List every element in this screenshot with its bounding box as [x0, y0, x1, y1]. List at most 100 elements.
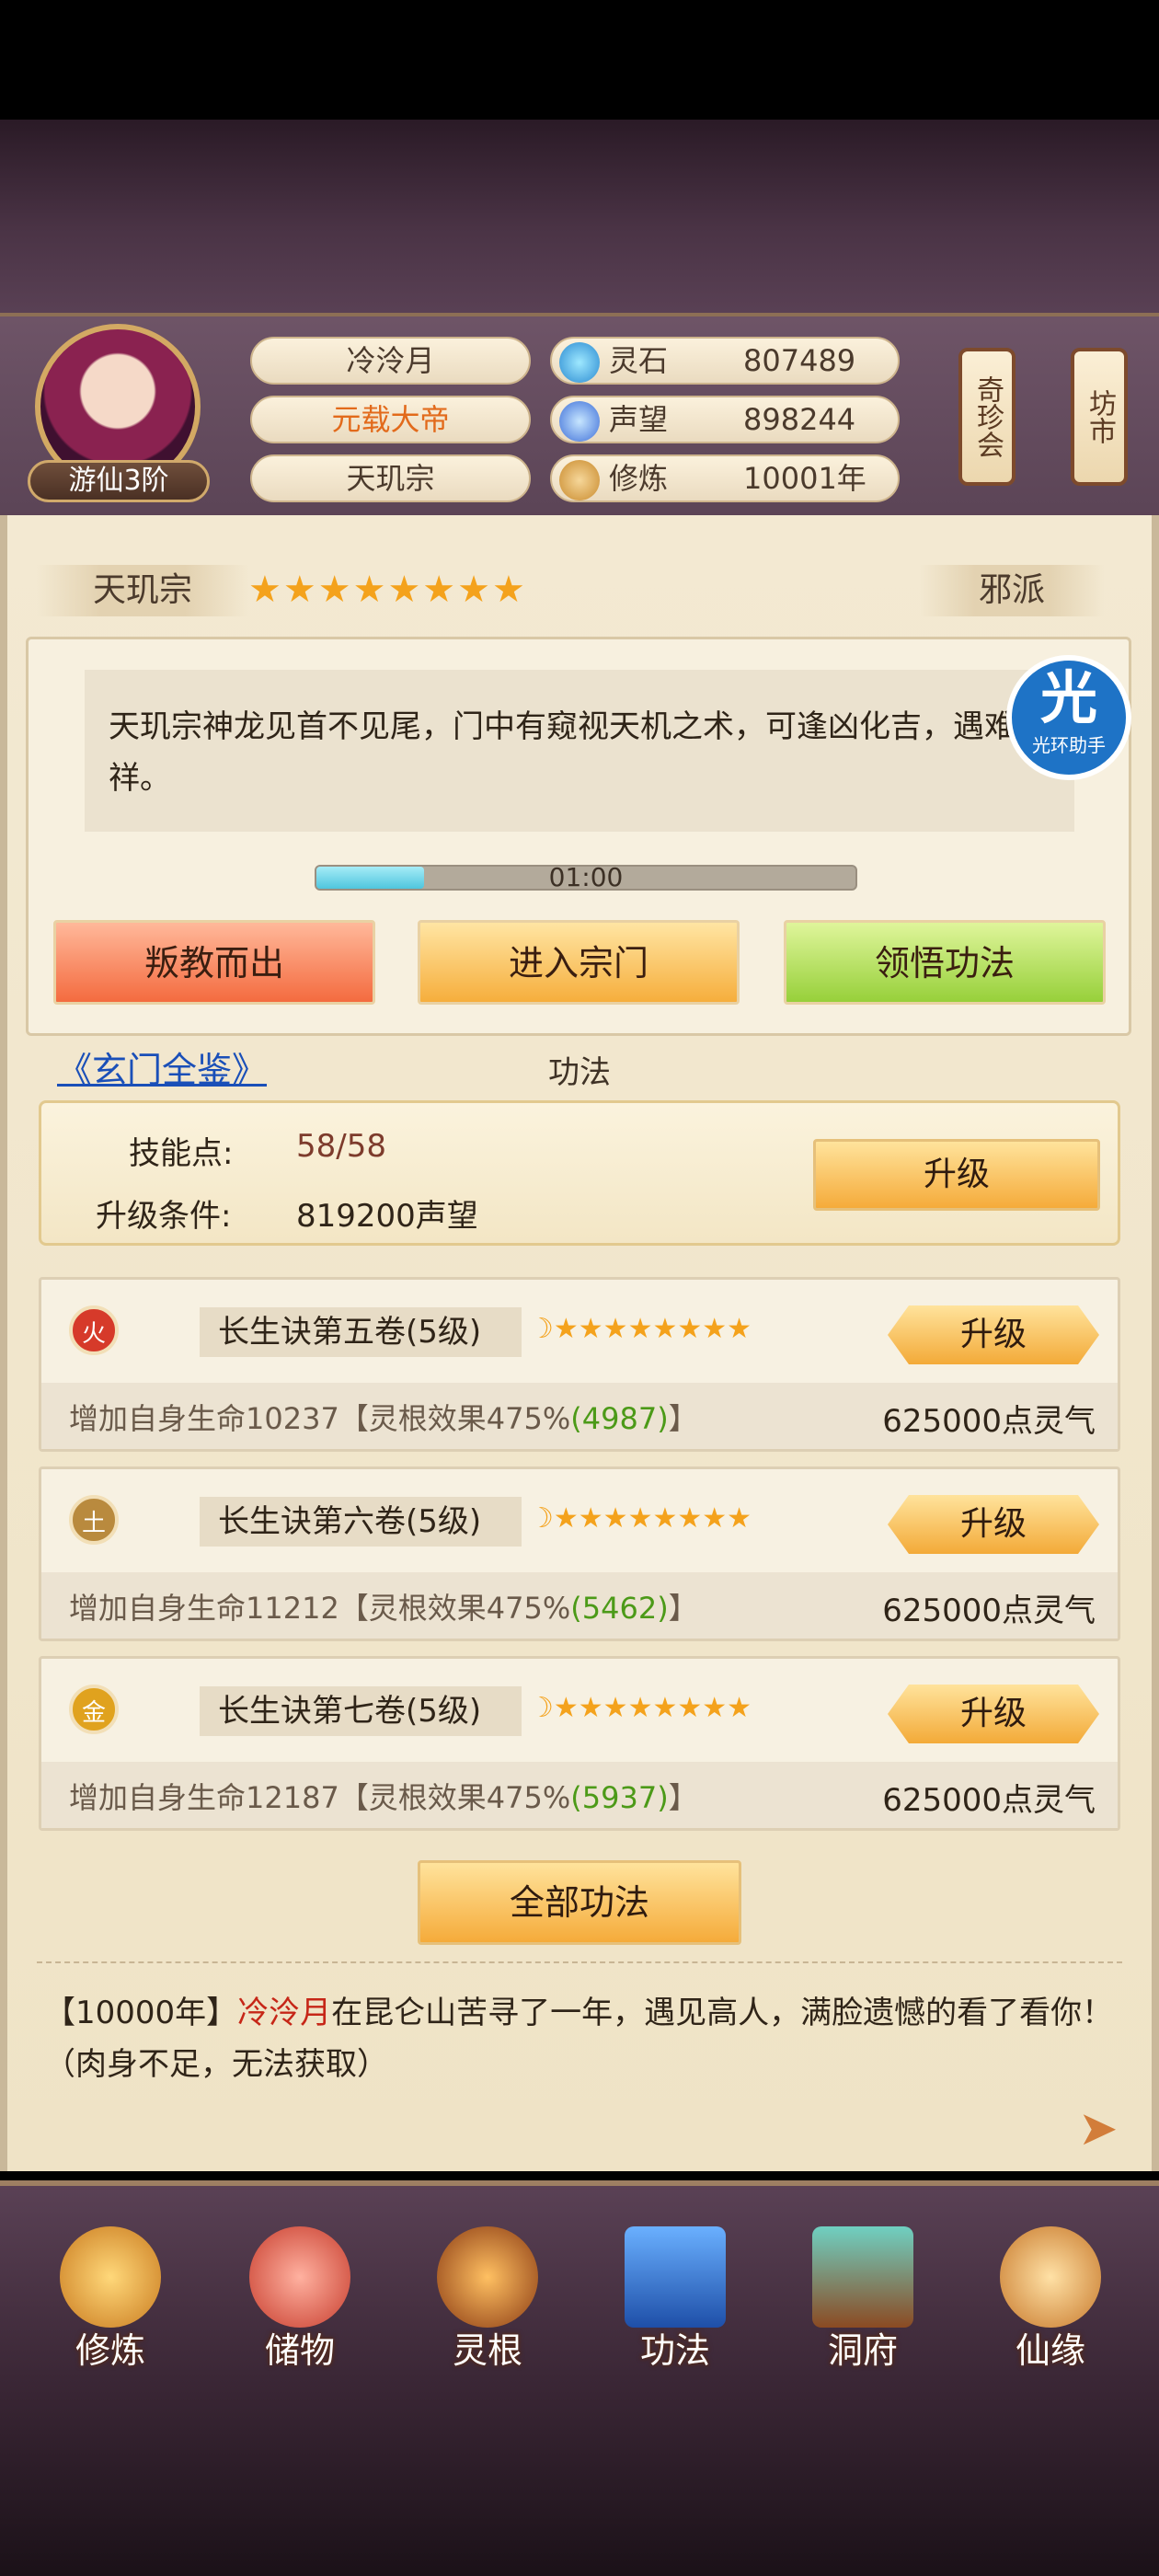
prestige-icon [559, 401, 600, 442]
effect-suffix: 】 [668, 1591, 698, 1626]
nav-label: 修炼 [75, 2330, 145, 2371]
divider [37, 1961, 1122, 1967]
top-decor [0, 120, 1159, 317]
nav-label: 储物 [264, 2330, 335, 2371]
technique-cost: 625000点灵气 [882, 1403, 1096, 1440]
technique-effect-row: 增加自身生命11212【灵根效果475%(5462)】 625000点灵气 [41, 1572, 1118, 1639]
root-nav-icon [437, 2226, 538, 2328]
effect-suffix: 】 [668, 1780, 698, 1815]
skill-points-label: 技能点: [129, 1135, 234, 1172]
effect-suffix: 】 [668, 1401, 698, 1436]
halo-badge-text: 光环助手 [1032, 734, 1106, 756]
gourd-nav-icon [1000, 2226, 1101, 2328]
upgrade-condition-value: 819200声望 [296, 1198, 478, 1235]
rank-badge: 游仙3阶 [28, 460, 210, 502]
resource-value: 807489 [743, 343, 856, 378]
technique-section-title: 功法 [548, 1054, 611, 1091]
meditation-icon [559, 460, 600, 500]
nav-technique[interactable]: 功法 [602, 2226, 749, 2383]
halo-badge-glyph: 光 [1039, 664, 1097, 731]
cave-nav-icon [812, 2226, 913, 2328]
comprehend-technique-button[interactable]: 领悟功法 [784, 920, 1106, 1005]
log-name: 冷泠月 [237, 1995, 332, 2031]
technique-name: 长生诀第五卷(5级) [200, 1307, 522, 1357]
resource-value: 10001年 [743, 461, 866, 496]
technique-header-row: 火 长生诀第五卷(5级) ☽★★★★★★★★ 升级 [41, 1280, 1118, 1383]
log-year: 【10000年】 [44, 1995, 238, 2031]
nav-cave[interactable]: 洞府 [789, 2226, 936, 2383]
encyclopedia-link[interactable]: 《玄门全鉴》 [57, 1041, 267, 1092]
upgrade-skill-points-button[interactable]: 升级 [813, 1139, 1100, 1211]
upgrade-condition-label: 升级条件: [96, 1198, 232, 1235]
all-techniques-button[interactable]: 全部功法 [418, 1860, 741, 1945]
resource-value: 898244 [743, 402, 856, 437]
nav-label: 洞府 [827, 2330, 898, 2371]
technique-cost: 625000点灵气 [882, 1593, 1096, 1629]
sect-description: 天玑宗神龙见首不见尾，门中有窥视天机之术，可逢凶化吉，遇难呈祥。 [85, 670, 1074, 832]
technique-stars: ☽★★★★★★★★ [529, 1692, 752, 1724]
technique-card: 土 长生诀第六卷(5级) ☽★★★★★★★★ 升级 增加自身生命11212【灵根… [39, 1466, 1120, 1641]
earth-element-icon: 土 [69, 1495, 119, 1545]
enter-sect-button[interactable]: 进入宗门 [418, 920, 740, 1005]
technique-header-row: 土 长生诀第六卷(5级) ☽★★★★★★★★ 升级 [41, 1469, 1118, 1572]
skill-points-value: 58/58 [296, 1128, 386, 1165]
nav-label: 仙缘 [1015, 2330, 1085, 2371]
technique-upgrade-button[interactable]: 升级 [888, 1495, 1099, 1554]
resource-label: 声望 [609, 402, 669, 437]
technique-effect: 增加自身生命12187【灵根效果475%(5937)】 [69, 1775, 698, 1817]
treasure-fair-button[interactable]: 奇珍会 [958, 348, 1016, 486]
book-nav-icon [625, 2226, 726, 2328]
resource-prestige: 声望 898244 [550, 396, 900, 443]
timer-text: 01:00 [548, 862, 624, 892]
player-sect: 天玑宗 [250, 454, 531, 502]
nav-spirit-root[interactable]: 灵根 [414, 2226, 561, 2383]
player-name: 冷泠月 [250, 337, 531, 385]
technique-effect-row: 增加自身生命12187【灵根效果475%(5937)】 625000点灵气 [41, 1762, 1118, 1828]
sect-stars: ★★★★★★★★ [248, 569, 527, 611]
timer-progress-bar: 01:00 [315, 865, 857, 891]
nav-cultivate[interactable]: 修炼 [37, 2226, 184, 2383]
effect-text: 增加自身生命10237【灵根效果475% [69, 1401, 571, 1436]
metal-element-icon: 金 [69, 1685, 119, 1734]
halo-assistant-badge[interactable]: 光 光环助手 [1006, 655, 1131, 780]
effect-bonus: (5937) [570, 1780, 669, 1815]
technique-upgrade-button[interactable]: 升级 [888, 1305, 1099, 1364]
effect-bonus: (4987) [570, 1401, 669, 1436]
bag-nav-icon [249, 2226, 350, 2328]
technique-effect-row: 增加自身生命10237【灵根效果475%(4987)】 625000点灵气 [41, 1383, 1118, 1449]
status-bar-area [0, 0, 1159, 120]
event-log: 【10000年】冷泠月在昆仑山苦寻了一年，遇见高人，满脸遗憾的看了看你！（肉身不… [44, 1987, 1120, 2090]
nav-label: 功法 [639, 2330, 710, 2371]
technique-name: 长生诀第六卷(5级) [200, 1497, 522, 1547]
resource-spirit-stone: 灵石 807489 [550, 337, 900, 385]
effect-text: 增加自身生命12187【灵根效果475% [69, 1780, 571, 1815]
nav-storage[interactable]: 储物 [226, 2226, 373, 2383]
resource-cultivation: 修炼 10001年 [550, 454, 900, 502]
resource-label: 修炼 [609, 461, 669, 496]
technique-upgrade-button[interactable]: 升级 [888, 1685, 1099, 1743]
effect-bonus: (5462) [570, 1591, 669, 1626]
sect-name: 天玑宗 [37, 565, 248, 616]
resource-label: 灵石 [609, 343, 669, 378]
meditation-nav-icon [60, 2226, 161, 2328]
technique-stars: ☽★★★★★★★★ [529, 1313, 752, 1345]
technique-stars: ☽★★★★★★★★ [529, 1502, 752, 1535]
technique-name: 长生诀第七卷(5级) [200, 1686, 522, 1736]
technique-card: 火 长生诀第五卷(5级) ☽★★★★★★★★ 升级 增加自身生命10237【灵根… [39, 1277, 1120, 1452]
nav-label: 灵根 [452, 2330, 522, 2371]
technique-effect: 增加自身生命10237【灵根效果475%(4987)】 [69, 1396, 698, 1438]
technique-header-row: 金 长生诀第七卷(5级) ☽★★★★★★★★ 升级 [41, 1659, 1118, 1762]
leave-sect-button[interactable]: 叛教而出 [53, 920, 375, 1005]
nav-fate[interactable]: 仙缘 [977, 2226, 1124, 2383]
faction-label: 邪派 [920, 565, 1104, 616]
effect-text: 增加自身生命11212【灵根效果475% [69, 1591, 571, 1626]
spirit-stone-icon [559, 342, 600, 383]
next-arrow-icon[interactable]: ➤ [1078, 2101, 1119, 2156]
technique-cost: 625000点灵气 [882, 1782, 1096, 1819]
player-title[interactable]: 元载大帝 [250, 396, 531, 443]
fire-element-icon: 火 [69, 1305, 119, 1355]
bottom-decor [0, 2378, 1159, 2576]
technique-card: 金 长生诀第七卷(5级) ☽★★★★★★★★ 升级 增加自身生命12187【灵根… [39, 1656, 1120, 1831]
market-button[interactable]: 坊市 [1071, 348, 1128, 486]
technique-effect: 增加自身生命11212【灵根效果475%(5462)】 [69, 1585, 698, 1627]
